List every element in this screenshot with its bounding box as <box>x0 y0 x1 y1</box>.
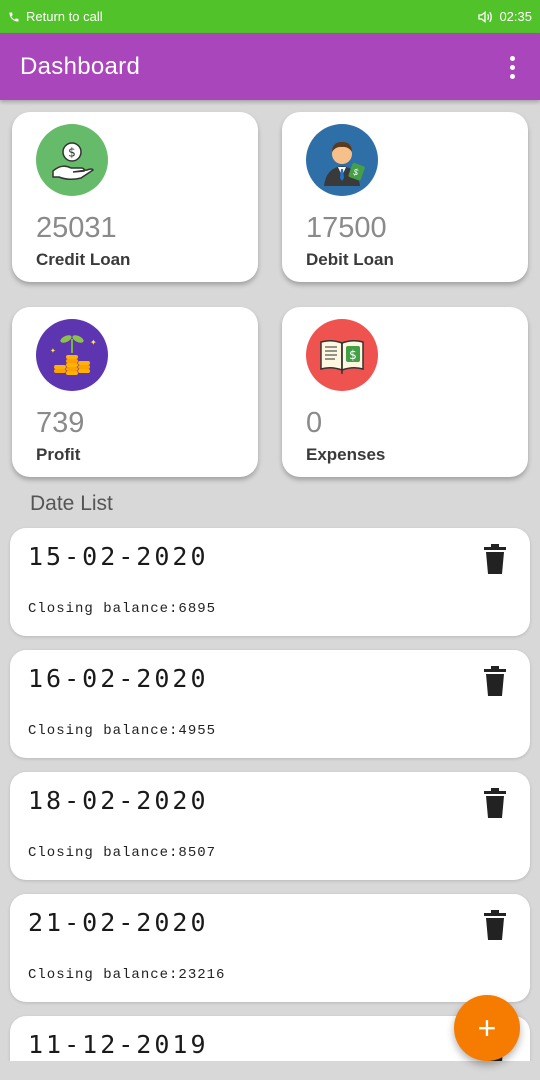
svg-text:$: $ <box>68 146 76 160</box>
add-button[interactable]: + <box>454 995 520 1061</box>
trash-icon[interactable] <box>484 666 506 696</box>
item-balance: Closing balance:8507 <box>28 845 217 861</box>
item-date: 11-12-2019 <box>28 1030 209 1059</box>
list-item[interactable]: 15-02-2020 Closing balance:6895 <box>10 528 530 636</box>
list-item[interactable]: 21-02-2020 Closing balance:23216 <box>10 894 530 1002</box>
call-text: Return to call <box>26 9 103 24</box>
more-vert-icon[interactable] <box>498 53 526 81</box>
status-right: 02:35 <box>477 9 532 24</box>
list-item[interactable]: 11-12-2019 <box>10 1016 530 1061</box>
item-balance: Closing balance:23216 <box>28 967 226 983</box>
trash-icon[interactable] <box>484 910 506 940</box>
list-item[interactable]: 16-02-2020 Closing balance:4955 <box>10 650 530 758</box>
ledger-book-icon: $ <box>306 319 378 391</box>
expenses-label: Expenses <box>306 445 386 464</box>
add-icon: + <box>477 1009 497 1046</box>
list-item[interactable]: 18-02-2020 Closing balance:8507 <box>10 772 530 880</box>
credit-loan-label: Credit Loan <box>36 250 131 269</box>
credit-loan-value: 25031 <box>36 212 117 244</box>
businessman-icon: $ <box>306 124 378 196</box>
money-hand-icon: $ <box>36 124 108 196</box>
svg-text:✦: ✦ <box>50 347 56 355</box>
status-bar: Return to call 02:35 <box>0 0 540 33</box>
speaker-icon <box>478 10 493 23</box>
expenses-value: 0 <box>306 407 323 439</box>
page-title: Dashboard <box>20 53 141 80</box>
profit-card[interactable]: ✦ ✦ 739 Profit <box>12 307 258 477</box>
return-to-call[interactable]: Return to call <box>8 9 103 24</box>
item-date: 15-02-2020 <box>28 542 209 571</box>
item-date: 21-02-2020 <box>28 908 209 937</box>
profit-label: Profit <box>36 445 81 464</box>
credit-loan-card[interactable]: $ 25031 Credit Loan <box>12 112 258 282</box>
item-date: 16-02-2020 <box>28 664 209 693</box>
phone-icon <box>9 12 19 21</box>
bottom-strip <box>0 1061 540 1080</box>
item-balance: Closing balance:4955 <box>28 723 217 739</box>
item-balance: Closing balance:6895 <box>28 601 217 617</box>
item-date: 18-02-2020 <box>28 786 209 815</box>
debit-loan-value: 17500 <box>306 212 387 244</box>
expenses-card[interactable]: $ 0 Expenses <box>282 307 528 477</box>
date-list[interactable]: 15-02-2020 Closing balance:6895 16-02-20… <box>0 520 540 1061</box>
profit-value: 739 <box>36 407 85 439</box>
svg-text:✦: ✦ <box>90 338 97 347</box>
trash-icon[interactable] <box>484 544 506 574</box>
debit-loan-label: Debit Loan <box>306 250 394 269</box>
status-time: 02:35 <box>499 9 532 24</box>
trash-icon[interactable] <box>484 788 506 818</box>
coins-plant-icon: ✦ ✦ <box>36 319 108 391</box>
app-bar: Dashboard <box>0 33 540 100</box>
svg-text:$: $ <box>349 348 357 362</box>
debit-loan-card[interactable]: $ 17500 Debit Loan <box>282 112 528 282</box>
date-list-title: Date List <box>30 492 113 515</box>
